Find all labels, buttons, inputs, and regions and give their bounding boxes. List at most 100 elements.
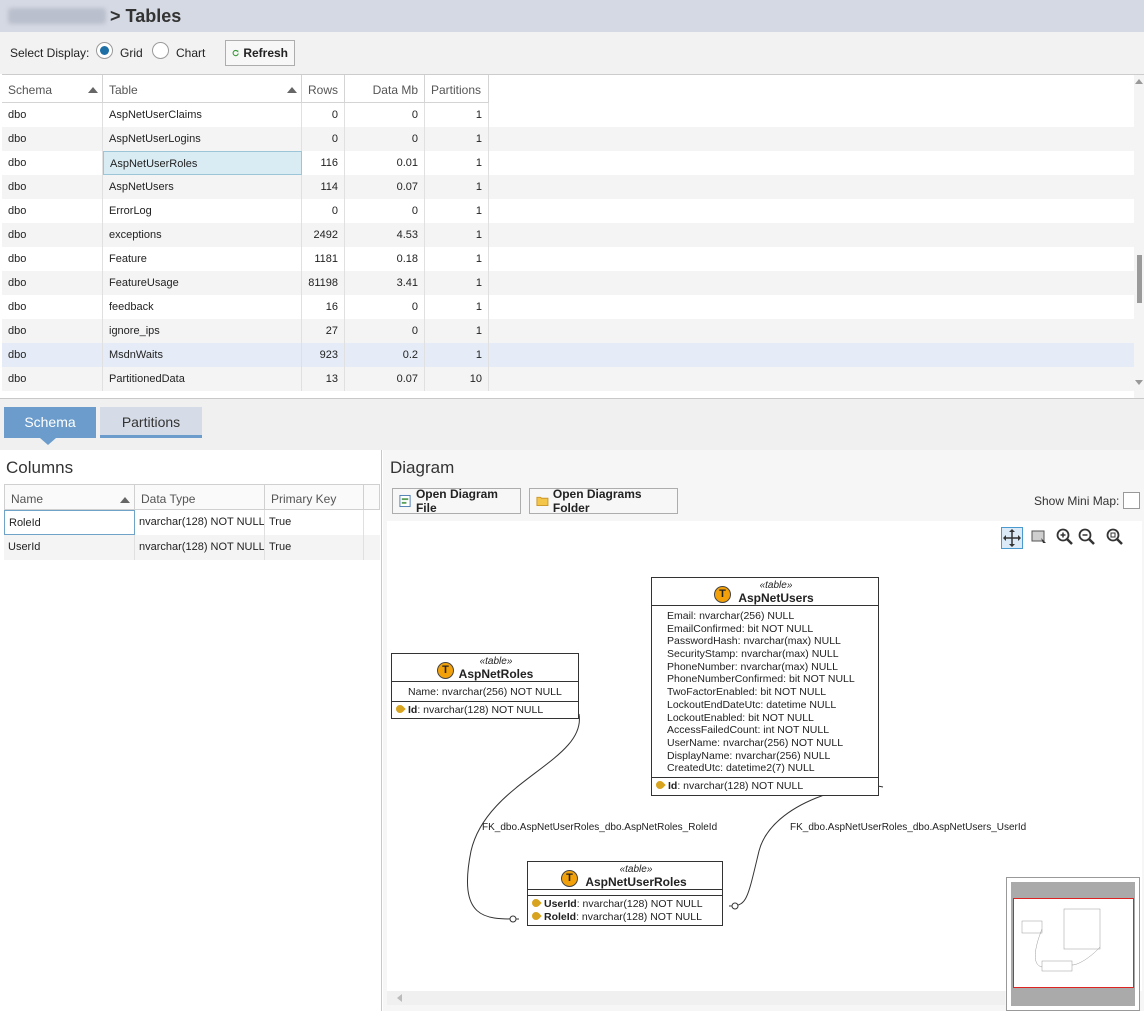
table-cell-partitions[interactable]: 1 xyxy=(425,199,489,223)
chart-radio-label[interactable]: Chart xyxy=(176,46,205,60)
table-cell-table[interactable]: AspNetUserClaims xyxy=(103,103,302,127)
table-cell-data-mb[interactable]: 3.41 xyxy=(345,271,425,295)
table-cell-partitions[interactable]: 1 xyxy=(425,343,489,367)
table-cell-schema[interactable]: dbo xyxy=(2,199,103,223)
table-row[interactable]: dbo AspNetUserRoles 116 0.01 1 xyxy=(2,151,1134,175)
column-cell-type[interactable]: nvarchar(128) NOT NULL xyxy=(135,535,265,560)
table-cell-table[interactable]: AspNetUsers xyxy=(103,175,302,199)
column-header-table[interactable]: Table xyxy=(103,75,302,103)
open-diagram-file-button[interactable]: Open Diagram File xyxy=(392,487,521,515)
table-cell-data-mb[interactable]: 0.01 xyxy=(345,151,425,175)
column-header-schema[interactable]: Schema xyxy=(2,75,103,103)
mini-map[interactable] xyxy=(1006,877,1140,1011)
table-row[interactable]: dbo exceptions 2492 4.53 1 xyxy=(2,223,1134,247)
table-cell-data-mb[interactable]: 0 xyxy=(345,127,425,151)
table-row[interactable]: dbo Feature 1181 0.18 1 xyxy=(2,247,1134,271)
entity-aspnetroles[interactable]: T «table» AspNetRoles Name: nvarchar(256… xyxy=(391,653,579,720)
column-row[interactable]: UserId nvarchar(128) NOT NULL True xyxy=(4,535,380,560)
chart-radio[interactable] xyxy=(152,42,169,59)
table-cell-table[interactable]: Feature xyxy=(103,247,302,271)
table-cell-rows[interactable]: 0 xyxy=(302,103,345,127)
column-header-partitions[interactable]: Partitions xyxy=(425,75,489,103)
table-row[interactable]: dbo FeatureUsage 81198 3.41 1 xyxy=(2,271,1134,295)
entity-aspnetusers[interactable]: T «table» AspNetUsers Email: nvarchar(25… xyxy=(651,577,879,796)
table-cell-rows[interactable]: 116 xyxy=(302,151,345,175)
columns-header-data-type[interactable]: Data Type xyxy=(135,484,265,510)
table-cell-rows[interactable]: 2492 xyxy=(302,223,345,247)
table-cell-partitions[interactable]: 1 xyxy=(425,175,489,199)
table-cell-partitions[interactable]: 1 xyxy=(425,103,489,127)
column-cell-name[interactable]: UserId xyxy=(4,535,135,560)
table-cell-schema[interactable]: dbo xyxy=(2,175,103,199)
table-cell-table[interactable]: exceptions xyxy=(103,223,302,247)
table-cell-partitions[interactable]: 1 xyxy=(425,271,489,295)
table-cell-data-mb[interactable]: 0.07 xyxy=(345,367,425,391)
table-row[interactable]: dbo AspNetUserLogins 0 0 1 xyxy=(2,127,1134,151)
columns-header-primary-key[interactable]: Primary Key xyxy=(265,484,364,510)
table-cell-table[interactable]: PartitionedData xyxy=(103,367,302,391)
table-row[interactable]: dbo ErrorLog 0 0 1 xyxy=(2,199,1134,223)
table-cell-data-mb[interactable]: 0 xyxy=(345,103,425,127)
scroll-thumb[interactable] xyxy=(1137,255,1142,303)
table-cell-rows[interactable]: 114 xyxy=(302,175,345,199)
table-cell-table[interactable]: AspNetUserRoles xyxy=(103,151,302,175)
mini-map-viewport[interactable] xyxy=(1013,898,1134,988)
table-cell-schema[interactable]: dbo xyxy=(2,103,103,127)
table-cell-schema[interactable]: dbo xyxy=(2,151,103,175)
table-cell-rows[interactable]: 13 xyxy=(302,367,345,391)
column-row[interactable]: RoleId nvarchar(128) NOT NULL True xyxy=(4,510,380,535)
table-cell-data-mb[interactable]: 0.2 xyxy=(345,343,425,367)
table-cell-schema[interactable]: dbo xyxy=(2,127,103,151)
table-row[interactable]: dbo AspNetUsers 114 0.07 1 xyxy=(2,175,1134,199)
grid-radio[interactable] xyxy=(96,42,113,59)
scroll-up-icon[interactable] xyxy=(1135,79,1143,84)
table-cell-data-mb[interactable]: 0 xyxy=(345,319,425,343)
grid-radio-label[interactable]: Grid xyxy=(120,46,143,60)
table-cell-partitions[interactable]: 10 xyxy=(425,367,489,391)
table-cell-data-mb[interactable]: 0 xyxy=(345,295,425,319)
table-cell-table[interactable]: FeatureUsage xyxy=(103,271,302,295)
table-row[interactable]: dbo MsdnWaits 923 0.2 1 xyxy=(2,343,1134,367)
table-cell-data-mb[interactable]: 0.07 xyxy=(345,175,425,199)
table-cell-partitions[interactable]: 1 xyxy=(425,151,489,175)
diagram-horizontal-scrollbar[interactable] xyxy=(387,991,1005,1005)
table-cell-rows[interactable]: 923 xyxy=(302,343,345,367)
table-cell-schema[interactable]: dbo xyxy=(2,367,103,391)
scroll-down-icon[interactable] xyxy=(1135,380,1143,385)
table-cell-rows[interactable]: 16 xyxy=(302,295,345,319)
table-row[interactable]: dbo AspNetUserClaims 0 0 1 xyxy=(2,103,1134,127)
table-cell-data-mb[interactable]: 0 xyxy=(345,199,425,223)
table-cell-partitions[interactable]: 1 xyxy=(425,127,489,151)
table-cell-partitions[interactable]: 1 xyxy=(425,295,489,319)
table-cell-schema[interactable]: dbo xyxy=(2,271,103,295)
table-cell-data-mb[interactable]: 4.53 xyxy=(345,223,425,247)
columns-header-name[interactable]: Name xyxy=(4,484,135,510)
entity-aspnetuserroles[interactable]: T «table» AspNetUserRoles UserId: nvarch… xyxy=(527,861,723,927)
table-cell-schema[interactable]: dbo xyxy=(2,295,103,319)
refresh-button[interactable]: Refresh xyxy=(225,40,295,66)
table-cell-rows[interactable]: 81198 xyxy=(302,271,345,295)
column-header-data-mb[interactable]: Data Mb xyxy=(345,75,425,103)
column-cell-pk[interactable]: True xyxy=(265,535,364,560)
table-cell-table[interactable]: MsdnWaits xyxy=(103,343,302,367)
column-cell-pk[interactable]: True xyxy=(265,510,364,535)
table-cell-rows[interactable]: 0 xyxy=(302,127,345,151)
table-cell-partitions[interactable]: 1 xyxy=(425,247,489,271)
grid-scrollbar[interactable] xyxy=(1134,75,1144,398)
table-cell-schema[interactable]: dbo xyxy=(2,247,103,271)
table-row[interactable]: dbo PartitionedData 13 0.07 10 xyxy=(2,367,1134,391)
open-diagrams-folder-button[interactable]: Open Diagrams Folder xyxy=(529,487,678,515)
show-mini-map-checkbox[interactable] xyxy=(1123,492,1140,509)
tab-schema[interactable]: Schema xyxy=(4,407,96,445)
table-cell-table[interactable]: feedback xyxy=(103,295,302,319)
column-header-rows[interactable]: Rows xyxy=(302,75,345,103)
table-cell-partitions[interactable]: 1 xyxy=(425,223,489,247)
table-cell-table[interactable]: ErrorLog xyxy=(103,199,302,223)
tab-partitions[interactable]: Partitions xyxy=(100,407,202,438)
table-cell-rows[interactable]: 0 xyxy=(302,199,345,223)
table-cell-table[interactable]: ignore_ips xyxy=(103,319,302,343)
table-cell-data-mb[interactable]: 0.18 xyxy=(345,247,425,271)
table-row[interactable]: dbo feedback 16 0 1 xyxy=(2,295,1134,319)
table-row[interactable]: dbo ignore_ips 27 0 1 xyxy=(2,319,1134,343)
table-cell-rows[interactable]: 1181 xyxy=(302,247,345,271)
